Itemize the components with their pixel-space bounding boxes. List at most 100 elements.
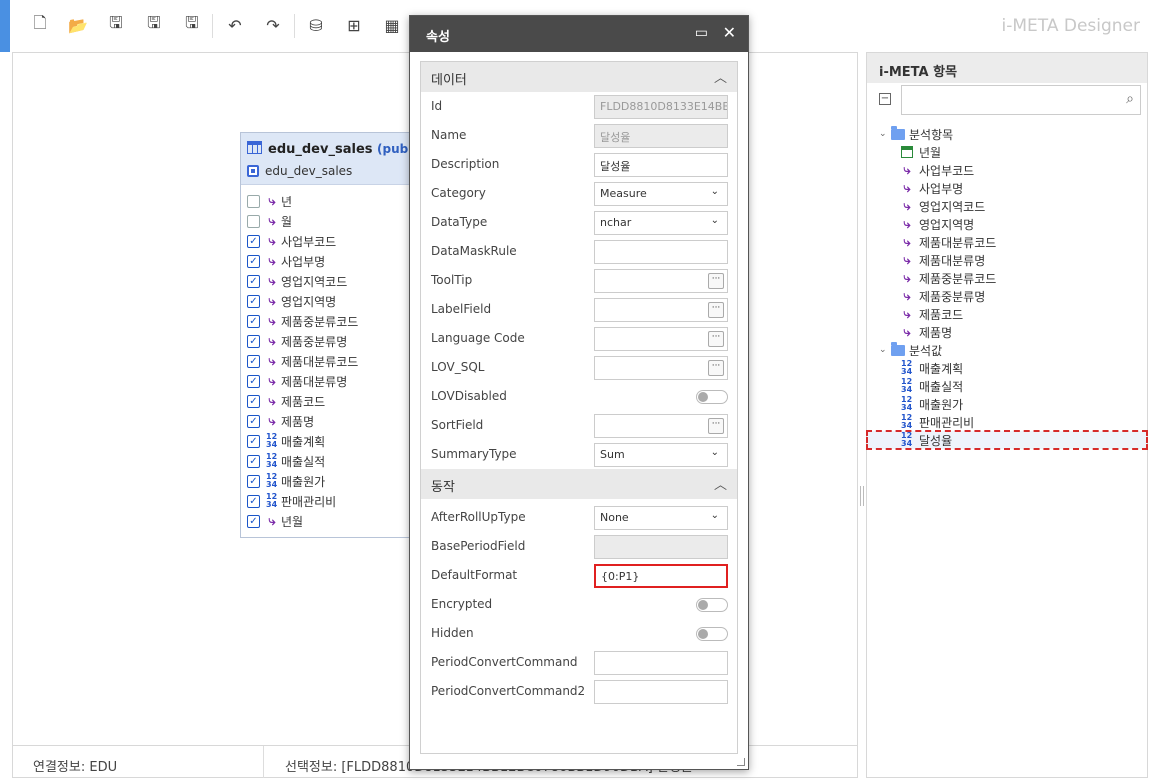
checked-checkbox[interactable]: ✓ (247, 474, 260, 488)
tree-item[interactable]: 12 34 매출계획 (879, 359, 1147, 377)
table-column-row[interactable]: ✓ ⤷ 제품명 (247, 411, 358, 431)
checked-checkbox[interactable]: ✓ (247, 334, 260, 348)
save-icon[interactable]: 🖫 (103, 12, 129, 38)
checked-checkbox[interactable]: ✓ (247, 354, 260, 368)
tree-item[interactable]: 년월 (879, 143, 1147, 161)
datatype-select[interactable]: nchar ⌄ (594, 211, 728, 235)
afterrollup-select[interactable]: None ⌄ (594, 506, 728, 530)
unchecked-checkbox[interactable] (247, 194, 260, 208)
checked-checkbox[interactable]: ✓ (247, 374, 260, 388)
redo-icon[interactable]: ↷ (260, 12, 286, 38)
table-column-row[interactable]: ✓ ⤷ 제품대분류명 (247, 371, 358, 391)
sortfield-input[interactable]: ··· (594, 414, 728, 438)
table-column-row[interactable]: ✓ ⤷ 영업지역명 (247, 291, 358, 311)
checked-checkbox[interactable]: ✓ (247, 394, 260, 408)
table-box[interactable]: edu_dev_sales (public) edu_dev_sales ⤷ 년 ⤷… (240, 132, 429, 538)
close-icon[interactable]: ✕ (723, 23, 736, 42)
tree-item[interactable]: ⤷ 영업지역코드 (879, 197, 1147, 215)
table-column-row[interactable]: ✓ ⤷ 제품대분류코드 (247, 351, 358, 371)
tree-item[interactable]: ⤷ 제품대분류명 (879, 251, 1147, 269)
table-column-row[interactable]: ✓ 12 34 매출계획 (247, 431, 358, 451)
new-document-icon[interactable]: 🗋 (27, 12, 53, 38)
chevron-up-icon[interactable]: ︿ (714, 474, 727, 493)
encrypted-toggle[interactable] (696, 598, 728, 612)
tree-item[interactable]: ⤷ 제품명 (879, 323, 1147, 341)
table-column-row[interactable]: ✓ ⤷ 제품중분류코드 (247, 311, 358, 331)
meta-search-input[interactable]: ⌕ (901, 85, 1141, 115)
tree-item[interactable]: 12 34 매출원가 (879, 395, 1147, 413)
table-column-row[interactable]: ✓ ⤷ 제품코드 (247, 391, 358, 411)
undo-icon[interactable]: ↶ (222, 12, 248, 38)
category-select[interactable]: Measure ⌄ (594, 182, 728, 206)
tree-item[interactable]: ⤷ 제품중분류명 (879, 287, 1147, 305)
ellipsis-button[interactable]: ··· (708, 273, 724, 289)
checked-checkbox[interactable]: ✓ (247, 514, 260, 528)
table-column-row[interactable]: ✓ 12 34 매출원가 (247, 471, 358, 491)
tree-folder[interactable]: ⌄ 분석항목 (879, 125, 1147, 143)
collapse-all-icon[interactable]: − (879, 93, 891, 105)
tree-item[interactable]: 12 34 매출실적 (879, 377, 1147, 395)
tree-item[interactable]: ⤷ 사업부명 (879, 179, 1147, 197)
periodconvert2-input[interactable] (594, 680, 728, 704)
table-box-header[interactable]: edu_dev_sales (public) edu_dev_sales (241, 133, 429, 185)
table-column-row[interactable]: ✓ ⤷ 제품중분류명 (247, 331, 358, 351)
tree-item[interactable]: ⤷ 제품중분류코드 (879, 269, 1147, 287)
checked-checkbox[interactable]: ✓ (247, 274, 260, 288)
save-all-icon[interactable]: 🖫 (141, 12, 167, 38)
chevron-down-icon[interactable]: ⌄ (879, 129, 891, 139)
tree-item[interactable]: ⤷ 제품대분류코드 (879, 233, 1147, 251)
checked-checkbox[interactable]: ✓ (247, 294, 260, 308)
panel-splitter[interactable] (860, 486, 864, 506)
tree-item[interactable]: ⤷ 영업지역명 (879, 215, 1147, 233)
defaultformat-input[interactable]: {0:P1} (594, 564, 728, 588)
checked-checkbox[interactable]: ✓ (247, 454, 260, 468)
database-icon[interactable]: ⛁ (303, 12, 329, 38)
unchecked-checkbox[interactable] (247, 214, 260, 228)
description-input[interactable]: 달성율 (594, 153, 728, 177)
section-data[interactable]: 데이터 ︿ (421, 62, 737, 92)
resize-grip-icon[interactable] (737, 758, 745, 766)
table-column-row[interactable]: ✓ ⤷ 사업부코드 (247, 231, 358, 251)
tree-item[interactable]: ⤷ 제품코드 (879, 305, 1147, 323)
tree-item-selected[interactable]: 12 34 달성율 (866, 430, 1148, 450)
save-as-icon[interactable]: 🖫 (179, 12, 205, 38)
datamaskrule-input[interactable] (594, 240, 728, 264)
periodconvert-input[interactable] (594, 651, 728, 675)
lovdisabled-toggle[interactable] (696, 390, 728, 404)
summarytype-select[interactable]: Sum ⌄ (594, 443, 728, 467)
open-folder-icon[interactable]: 📂 (65, 12, 91, 38)
tree-item[interactable]: 12 34 판매관리비 (879, 413, 1147, 431)
minimize-icon[interactable]: ▭ (695, 25, 708, 41)
tree-folder[interactable]: ⌄ 분석값 (879, 341, 1147, 359)
checked-checkbox[interactable]: ✓ (247, 234, 260, 248)
checked-checkbox[interactable]: ✓ (247, 254, 260, 268)
checked-checkbox[interactable]: ✓ (247, 314, 260, 328)
table-column-row[interactable]: ✓ ⤷ 영업지역코드 (247, 271, 358, 291)
table-column-row[interactable]: ⤷ 월 (247, 211, 358, 231)
ellipsis-button[interactable]: ··· (708, 360, 724, 376)
section-behavior[interactable]: 동작 ︿ (421, 469, 737, 499)
ellipsis-button[interactable]: ··· (708, 331, 724, 347)
tree-item[interactable]: ⤷ 사업부코드 (879, 161, 1147, 179)
ellipsis-button[interactable]: ··· (708, 302, 724, 318)
labelfield-input[interactable]: ··· (594, 298, 728, 322)
hierarchy-icon[interactable]: ⊞ (341, 12, 367, 38)
table-column-row[interactable]: ✓ 12 34 판매관리비 (247, 491, 358, 511)
checked-checkbox[interactable]: ✓ (247, 494, 260, 508)
checked-checkbox[interactable]: ✓ (247, 434, 260, 448)
table-column-row[interactable]: ✓ ⤷ 년월 (247, 511, 358, 531)
search-icon[interactable]: ⌕ (1126, 91, 1134, 107)
chevron-up-icon[interactable]: ︿ (714, 67, 727, 86)
table-column-row[interactable]: ⤷ 년 (247, 191, 358, 211)
tooltip-input[interactable]: ··· (594, 269, 728, 293)
table-select-icon[interactable] (247, 165, 259, 177)
chevron-down-icon[interactable]: ⌄ (879, 345, 891, 355)
ellipsis-button[interactable]: ··· (708, 418, 724, 434)
table-column-row[interactable]: ✓ 12 34 매출실적 (247, 451, 358, 471)
table-filter-icon[interactable]: ▦ (379, 12, 405, 38)
languagecode-input[interactable]: ··· (594, 327, 728, 351)
checked-checkbox[interactable]: ✓ (247, 414, 260, 428)
lovsql-input[interactable]: ··· (594, 356, 728, 380)
dialog-title-bar[interactable]: 속성 ▭ ✕ (410, 16, 748, 52)
table-column-row[interactable]: ✓ ⤷ 사업부명 (247, 251, 358, 271)
